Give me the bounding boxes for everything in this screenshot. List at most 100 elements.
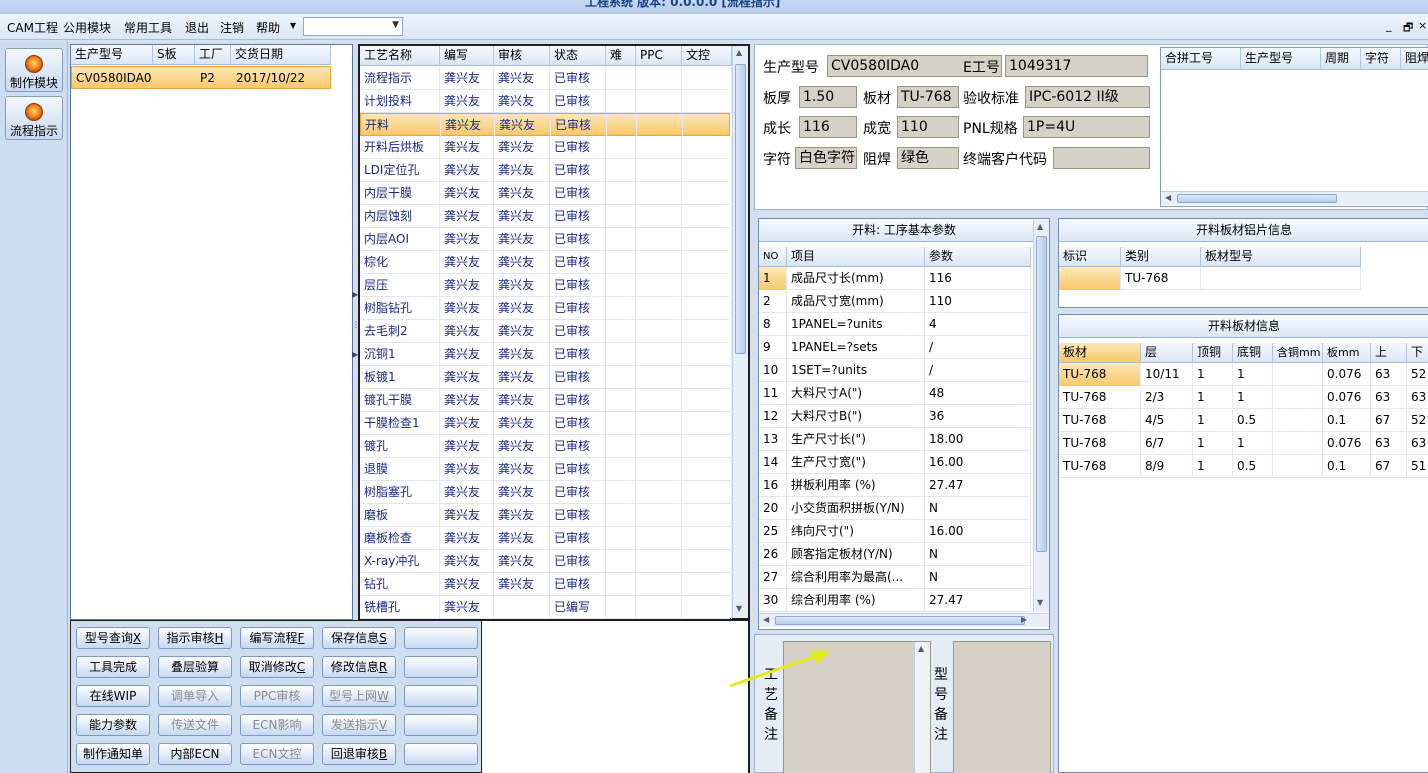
table-row[interactable]: 干膜检查1 龚兴友 龚兴友 已审核 bbox=[360, 412, 732, 435]
action-button[interactable]: 叠层验算 bbox=[158, 656, 232, 678]
action-button[interactable]: PPC审核 bbox=[240, 685, 314, 707]
action-button[interactable]: 能力参数 bbox=[76, 714, 150, 736]
scroll-right-icon[interactable]: ▶ bbox=[1021, 615, 1027, 624]
table-row[interactable]: 内层AOI 龚兴友 龚兴友 已审核 bbox=[360, 228, 732, 251]
table-row[interactable]: 开料后烘板 龚兴友 龚兴友 已审核 bbox=[360, 136, 732, 159]
board-header-0[interactable]: 板材 bbox=[1059, 343, 1141, 363]
process-header-2[interactable]: 审核 bbox=[494, 46, 550, 66]
params-header-1[interactable]: 项目 bbox=[787, 247, 925, 267]
action-button[interactable]: 指示审核H bbox=[158, 627, 232, 649]
merge-header-2[interactable]: 周期 bbox=[1321, 48, 1361, 70]
process-header-1[interactable]: 编写 bbox=[440, 46, 494, 66]
table-row[interactable]: 内层干膜 龚兴友 龚兴友 已审核 bbox=[360, 182, 732, 205]
action-button[interactable]: 发送指示V bbox=[322, 714, 396, 736]
table-row[interactable]: 流程指示 龚兴友 龚兴友 已审核 bbox=[360, 67, 732, 90]
board-header-1[interactable]: 层 bbox=[1141, 343, 1193, 363]
action-button[interactable]: 取消修改C bbox=[240, 656, 314, 678]
board-header-2[interactable]: 顶铜 bbox=[1193, 343, 1233, 363]
action-button[interactable]: 修改信息R bbox=[322, 656, 396, 678]
model-remark-input[interactable] bbox=[953, 641, 1051, 773]
table-row[interactable]: TU-768 10/11 1 1 0.076 63 52 bbox=[1059, 363, 1428, 386]
action-button[interactable]: 编写流程F bbox=[240, 627, 314, 649]
chevron-down-icon[interactable]: ▼ bbox=[392, 20, 399, 30]
table-row[interactable]: 沉铜1 龚兴友 龚兴友 已审核 bbox=[360, 343, 732, 366]
board-header-6[interactable]: 上 bbox=[1371, 343, 1407, 363]
process-header-5[interactable]: PPC bbox=[636, 46, 682, 66]
action-button[interactable]: ECN文控 bbox=[240, 743, 314, 765]
table-row[interactable]: 计划投料 龚兴友 龚兴友 已审核 bbox=[360, 90, 732, 113]
menu-item[interactable]: CAM工程 bbox=[7, 19, 58, 36]
table-row[interactable]: 棕化 龚兴友 龚兴友 已审核 bbox=[360, 251, 732, 274]
field-value[interactable]: TU-768 bbox=[897, 86, 959, 108]
menu-item[interactable]: 常用工具 bbox=[124, 19, 172, 36]
sheet-header-0[interactable]: 标识 bbox=[1059, 247, 1121, 267]
merge-header-1[interactable]: 生产型号 bbox=[1241, 48, 1321, 70]
action-button[interactable] bbox=[404, 656, 478, 678]
orders-header-1[interactable]: S板 bbox=[153, 45, 195, 65]
table-row[interactable]: 树脂钻孔 龚兴友 龚兴友 已审核 bbox=[360, 297, 732, 320]
table-row[interactable]: 开料 龚兴友 龚兴友 已审核 bbox=[360, 113, 733, 137]
table-row[interactable]: TU-768 bbox=[1059, 267, 1361, 290]
params-header-0[interactable]: NO bbox=[759, 247, 787, 267]
table-row[interactable]: 退膜 龚兴友 龚兴友 已审核 bbox=[360, 458, 732, 481]
field-value[interactable]: 绿色 bbox=[897, 147, 959, 169]
table-row[interactable]: 12 大料尺寸B(") 36 bbox=[759, 405, 1031, 428]
remark-scrollbar[interactable]: ▲ bbox=[914, 642, 930, 773]
field-value[interactable]: 116 bbox=[799, 116, 857, 138]
action-button[interactable]: 内部ECN bbox=[158, 743, 232, 765]
field-value[interactable]: 110 bbox=[897, 116, 959, 138]
orders-header-3[interactable]: 交货日期 bbox=[231, 45, 331, 65]
action-button[interactable] bbox=[404, 685, 478, 707]
process-scroll-thumb[interactable] bbox=[735, 64, 746, 354]
table-row[interactable]: CV0580IDA0 P2 2017/10/22 bbox=[71, 66, 331, 89]
table-row[interactable]: 30 综合利用率 (%) 27.47 bbox=[759, 589, 1031, 612]
action-button[interactable]: 调单导入 bbox=[158, 685, 232, 707]
scroll-down-icon[interactable]: ▼ bbox=[736, 604, 742, 613]
params-hscroll-thumb[interactable] bbox=[775, 616, 1025, 625]
scroll-left-icon[interactable]: ◀ bbox=[763, 615, 769, 624]
merge-header-0[interactable]: 合拼工号 bbox=[1161, 48, 1241, 70]
table-row[interactable]: X-ray冲孔 龚兴友 龚兴友 已审核 bbox=[360, 550, 732, 573]
table-row[interactable]: 2 成品尺寸宽(mm) 110 bbox=[759, 290, 1031, 313]
splitter-grip-icon[interactable]: ▶ bbox=[352, 290, 358, 299]
menu-item[interactable]: 注销 bbox=[220, 19, 244, 36]
table-row[interactable]: 20 小交货面积拼板(Y/N) N bbox=[759, 497, 1031, 520]
scroll-left-icon[interactable]: ◀ bbox=[1165, 193, 1171, 202]
action-button[interactable]: 传送文件 bbox=[158, 714, 232, 736]
scroll-up-icon[interactable]: ▲ bbox=[918, 644, 924, 653]
splitter-grip-icon[interactable]: ▶ bbox=[352, 350, 358, 359]
scroll-up-icon[interactable]: ▲ bbox=[736, 48, 742, 57]
scroll-down-icon[interactable]: ▼ bbox=[1037, 598, 1043, 607]
action-button[interactable]: 保存信息S bbox=[322, 627, 396, 649]
table-row[interactable]: 镀孔干膜 龚兴友 龚兴友 已审核 bbox=[360, 389, 732, 412]
field-value[interactable]: 白色字符 bbox=[795, 147, 857, 169]
table-row[interactable]: 磨板检查 龚兴友 龚兴友 已审核 bbox=[360, 527, 732, 550]
menu-combo[interactable]: ▼ bbox=[303, 17, 403, 36]
splitter-grip-icon[interactable]: ⋮ bbox=[352, 320, 360, 329]
process-header-4[interactable]: 难 bbox=[606, 46, 636, 66]
action-button[interactable]: 制作通知单 bbox=[76, 743, 150, 765]
params-scrollbar[interactable]: ▲ ▼ bbox=[1033, 220, 1049, 612]
table-row[interactable]: 去毛刺2 龚兴友 龚兴友 已审核 bbox=[360, 320, 732, 343]
merge-scroll-thumb[interactable] bbox=[1177, 194, 1337, 203]
table-row[interactable]: 板镀1 龚兴友 龚兴友 已审核 bbox=[360, 366, 732, 389]
merge-scrollbar[interactable]: ◀ bbox=[1161, 191, 1428, 205]
nav-button-0[interactable]: 制作模块 bbox=[5, 48, 63, 92]
table-row[interactable]: 25 纬向尺寸(") 16.00 bbox=[759, 520, 1031, 543]
menu-item[interactable]: 公用模块 bbox=[63, 19, 111, 36]
merge-header-4[interactable]: 阻焊 bbox=[1401, 48, 1428, 70]
sheet-header-1[interactable]: 类别 bbox=[1121, 247, 1201, 267]
field-value[interactable]: IPC-6012 II级 bbox=[1025, 86, 1150, 108]
table-row[interactable]: 16 拼板利用率 (%) 27.47 bbox=[759, 474, 1031, 497]
merge-header-3[interactable]: 字符 bbox=[1361, 48, 1401, 70]
table-row[interactable]: 镀孔 龚兴友 龚兴友 已审核 bbox=[360, 435, 732, 458]
params-scroll-thumb[interactable] bbox=[1036, 236, 1047, 552]
sheet-header-2[interactable]: 板材型号 bbox=[1201, 247, 1361, 267]
table-row[interactable]: LDI定位孔 龚兴友 龚兴友 已审核 bbox=[360, 159, 732, 182]
table-row[interactable]: 13 生产尺寸长(") 18.00 bbox=[759, 428, 1031, 451]
params-header-2[interactable]: 参数 bbox=[925, 247, 1031, 267]
help-dropdown-icon[interactable]: ▼ bbox=[290, 21, 296, 30]
table-row[interactable]: 14 生产尺寸宽(") 16.00 bbox=[759, 451, 1031, 474]
action-button[interactable] bbox=[404, 627, 478, 649]
process-header-0[interactable]: 工艺名称 bbox=[360, 46, 440, 66]
